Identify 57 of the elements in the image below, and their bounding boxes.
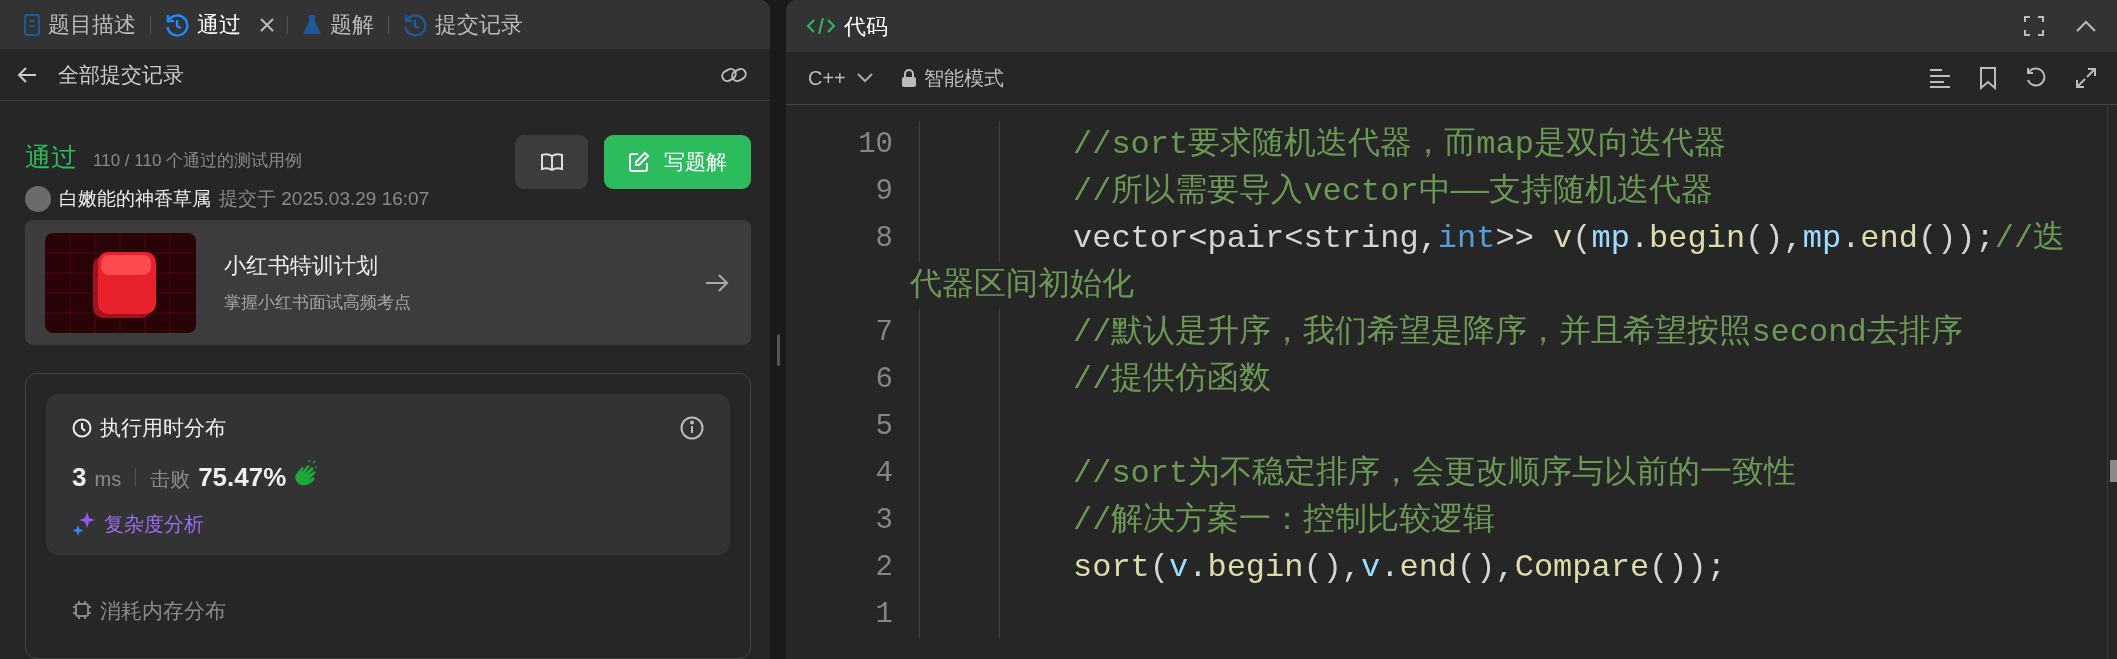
sparkle-icon: [72, 511, 96, 536]
beats-label: 击败: [150, 466, 191, 492]
code-line: //sort为不稳定排序，会更改顺序与以前的一致性: [1073, 455, 1797, 492]
tab[interactable]: 提交记录: [397, 8, 529, 42]
line-number: 4: [874, 456, 893, 492]
line-number: 6: [874, 362, 893, 398]
code-line: //sort要求随机迭代器，而map是双向迭代器: [1073, 126, 1726, 163]
code-line: sort(v.begin(),v.end(),Compare());: [1073, 549, 1726, 586]
code-line: //默认是升序，我们希望是降序，并且希望按照second去排序: [1073, 314, 1963, 351]
tab[interactable]: 题解: [296, 8, 380, 42]
tab[interactable]: 题目描述: [18, 8, 142, 42]
line-number: 1: [874, 597, 893, 633]
clap-icon: [294, 459, 319, 486]
code-icon: [806, 16, 836, 36]
code-line: vector<pair<string,int>> v(mp.begin(),mp.end());//迭: [1073, 220, 2066, 257]
code-line: 代器区间初始化: [910, 267, 1134, 304]
document-icon: [24, 13, 40, 36]
submit-time: 提交于 2025.03.29 16:07: [219, 186, 430, 211]
info-icon[interactable]: [680, 415, 704, 440]
code-line: //提供仿函数: [1073, 361, 1272, 398]
line-number: 5: [874, 409, 893, 445]
line-number: 8: [874, 221, 893, 257]
course-subtitle: 掌握小红书面试高频考点: [224, 292, 411, 315]
line-number: 3: [874, 503, 893, 539]
avatar: [25, 185, 51, 212]
mode-label[interactable]: 智能模式: [923, 63, 1004, 93]
memory-title: 消耗内存分布: [100, 597, 226, 624]
clock-icon: [72, 417, 92, 438]
scrollbar-thumb[interactable]: [2110, 460, 2117, 482]
code-line: //所以需要导入vector中——支持随机迭代器: [1073, 173, 1714, 210]
line-number: 2: [874, 550, 893, 586]
line-number: 10: [857, 127, 893, 163]
code-line: //解决方案一：控制比较逻辑: [1073, 502, 1496, 539]
line-number: 9: [874, 174, 893, 210]
runtime-unit: ms: [94, 466, 122, 492]
runtime-title: 执行用时分布: [100, 415, 226, 442]
tab[interactable]: 通过: [159, 8, 247, 42]
history-icon: [165, 12, 189, 37]
history-icon: [403, 12, 427, 37]
resize-handle[interactable]: [776, 333, 780, 366]
course-title[interactable]: 小红书特训计划: [224, 249, 411, 283]
user-name[interactable]: 白嫩能的神香草属: [59, 184, 211, 213]
test-case-count: 110 / 110 个通过的测试用例: [93, 149, 303, 172]
book-icon: [539, 151, 564, 172]
runtime-value: 3: [72, 460, 87, 494]
notes-button[interactable]: [515, 134, 588, 189]
lock-icon: [901, 69, 916, 87]
chip-icon: [72, 600, 92, 621]
edit-icon: [628, 150, 650, 173]
language-dropdown[interactable]: C++: [804, 59, 878, 97]
page-title: 全部提交记录: [58, 61, 184, 88]
line-number: 7: [874, 315, 893, 351]
editor-title: 代码: [844, 12, 888, 41]
flask-icon: [302, 13, 322, 36]
status-label: 通过: [25, 140, 77, 174]
beats-percent: 75.47%: [198, 460, 287, 494]
chevron-down-icon: [855, 72, 874, 84]
